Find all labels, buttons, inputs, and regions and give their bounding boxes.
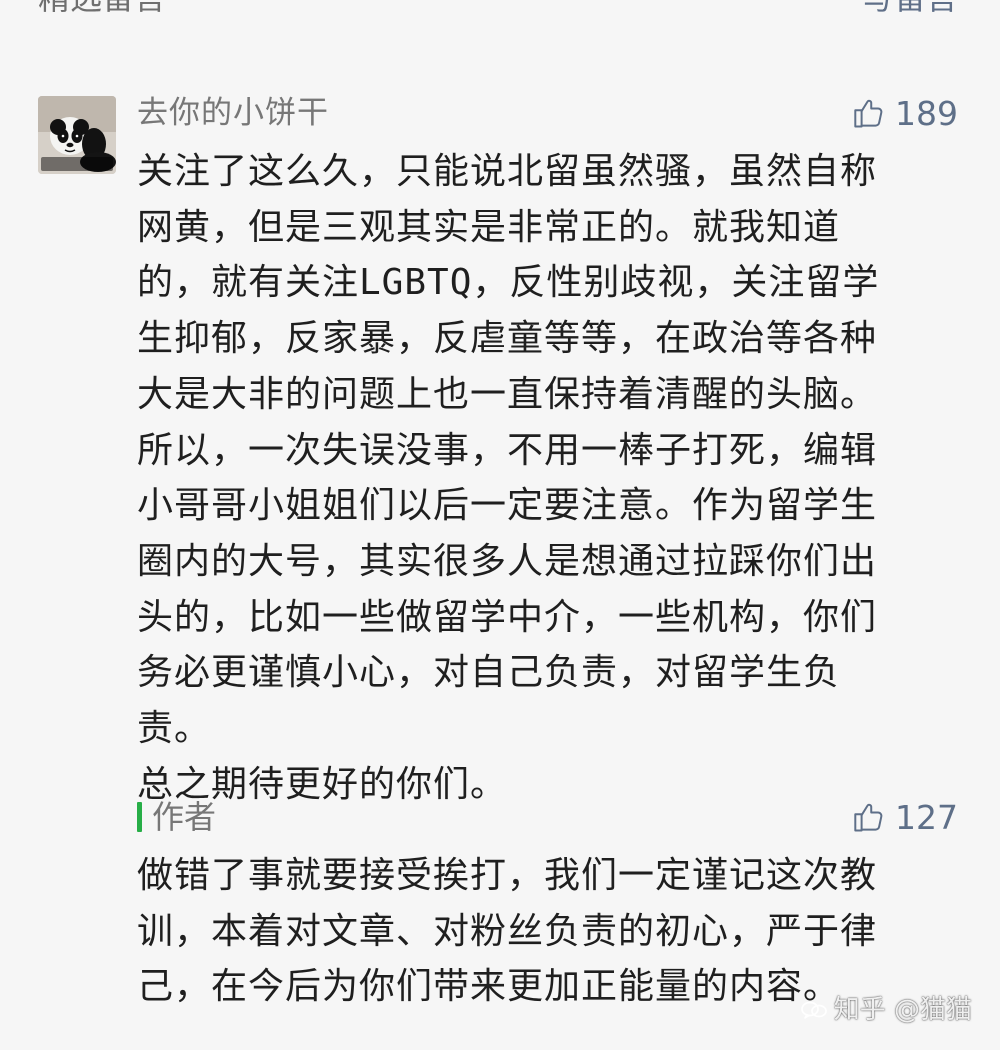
thumb-up-icon: [854, 803, 883, 832]
author-indicator-bar: [137, 802, 142, 832]
reply-content: 做错了事就要接受挨打，我们一定谨记这次教 训，本着对文章、对粉丝负责的初心，严于…: [137, 855, 878, 1008]
top-row: 精选留言 写留言: [0, 0, 1000, 16]
avatar[interactable]: [38, 96, 116, 174]
author-label: 作者: [152, 798, 217, 836]
comment-content: 关注了这么久，只能说北留虽然骚，虽然自称 网黄，但是三观其实是非常正的。就我知道…: [137, 151, 880, 805]
thumb-up-icon: [854, 99, 883, 128]
reply-like-button[interactable]: 127: [849, 796, 958, 838]
comment-username: 去你的小饼干: [137, 95, 329, 131]
author-label-group: 作者: [137, 796, 216, 838]
featured-comments-label: 精选留言: [38, 0, 166, 16]
write-comment-link[interactable]: 写留言: [862, 0, 958, 16]
panda-avatar-icon: [38, 96, 116, 174]
comment-like-button[interactable]: 189: [849, 92, 958, 134]
comment-like-count: 189: [895, 93, 958, 133]
reply-like-count: 127: [895, 797, 958, 837]
